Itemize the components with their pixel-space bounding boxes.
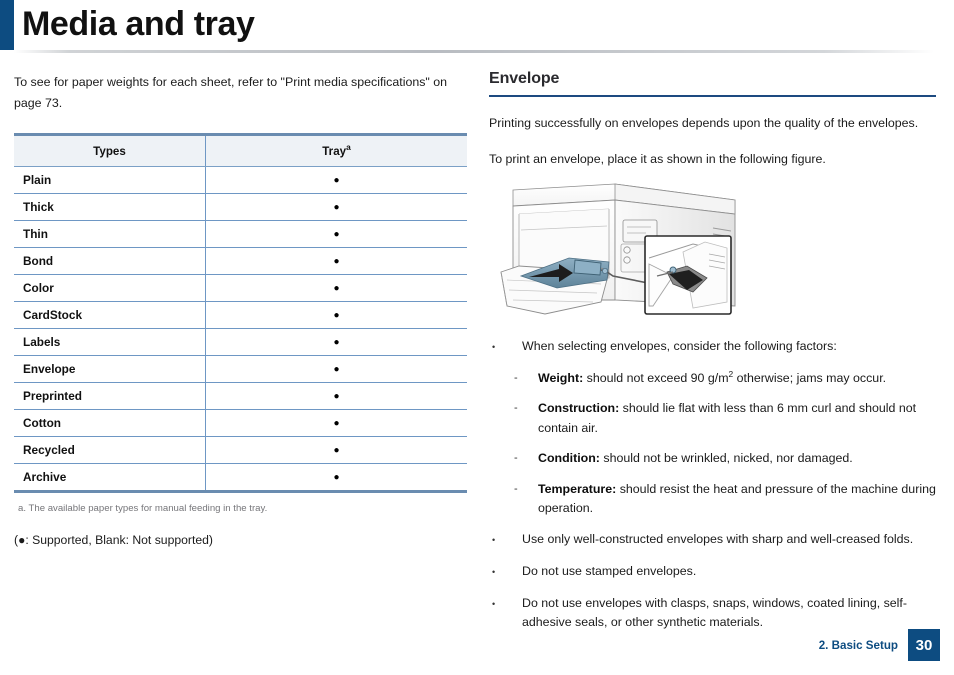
bullet-marker-icon: •	[492, 598, 496, 609]
envelope-intro-paragraph-2: To print an envelope, place it as shown …	[489, 151, 826, 166]
bullet-marker-icon: •	[492, 341, 496, 352]
table-row: Color ●	[14, 274, 467, 302]
media-type-cell: Cotton	[14, 409, 206, 437]
guideline-bullet-text: When selecting envelopes, consider the f…	[522, 338, 837, 353]
header-accent-bar	[0, 0, 14, 50]
guideline-sub-item-text: Construction: should lie flat with less …	[538, 399, 937, 438]
tray-support-cell: ●	[205, 274, 467, 302]
printer-envelope-illustration	[497, 180, 767, 325]
guideline-bullet: • Do not use stamped envelopes.	[489, 562, 937, 582]
printer-diagram-svg	[500, 183, 736, 315]
tray-support-cell: ●	[205, 220, 467, 248]
tray-support-cell: ●	[205, 463, 467, 493]
guideline-bullet: • When selecting envelopes, consider the …	[489, 337, 937, 357]
guideline-description: should not be wrinkled, nicked, nor dama…	[599, 451, 853, 465]
media-type-cell: Recycled	[14, 436, 206, 464]
media-type-cell: Bond	[14, 247, 206, 275]
table-footnote: a. The available paper types for manual …	[18, 503, 268, 514]
media-type-cell: Thick	[14, 193, 206, 221]
media-type-cell: Plain	[14, 166, 206, 194]
left-column: To see for paper weights for each sheet,…	[14, 72, 472, 547]
media-table-head: Types Traya	[14, 133, 467, 167]
media-type-cell: Color	[14, 274, 206, 302]
media-type-cell: CardStock	[14, 301, 206, 329]
media-table-header-row: Types Traya	[14, 133, 467, 167]
guideline-term: Weight:	[538, 370, 584, 385]
table-row: Cotton ●	[14, 409, 467, 437]
table-row: Preprinted ●	[14, 382, 467, 410]
tray-support-cell: ●	[205, 409, 467, 437]
media-type-cell: Envelope	[14, 355, 206, 383]
footer-chapter-label: 2. Basic Setup	[818, 638, 898, 652]
tray-support-cell: ●	[205, 436, 467, 464]
table-legend: (●: Supported, Blank: Not supported)	[14, 533, 472, 547]
guideline-description-tail: otherwise; jams may occur.	[733, 370, 887, 385]
media-types-table: Types Traya Plain ● Thick ● Thin ● Bond ● Color ●…	[14, 133, 467, 493]
guideline-sub-item: - Condition: should not be wrinkled, nick…	[489, 449, 937, 469]
section-heading-rule	[489, 95, 936, 97]
page-footer: 2. Basic Setup 30	[819, 629, 940, 661]
column-header-tray: Traya	[205, 133, 467, 167]
media-type-cell: Preprinted	[14, 382, 206, 410]
guideline-term: Temperature:	[538, 481, 617, 496]
tray-support-cell: ●	[205, 328, 467, 356]
header-divider	[14, 50, 934, 53]
column-header-types: Types	[14, 133, 206, 167]
bullet-marker-icon: •	[492, 566, 496, 577]
guideline-sub-item: - Construction: should lie flat with less…	[489, 399, 937, 438]
guideline-term: Construction:	[538, 401, 620, 415]
guideline-bullet: • Use only well-constructed envelopes wit…	[489, 530, 937, 550]
media-type-cell: Thin	[14, 220, 206, 248]
table-row: Thin ●	[14, 220, 467, 248]
table-row: Plain ●	[14, 166, 467, 194]
guideline-description: should not exceed 90 g/m	[583, 370, 729, 385]
table-row: Bond ●	[14, 247, 467, 275]
sub-bullet-marker-icon: -	[514, 371, 518, 384]
guideline-bullet-text: Do not use stamped envelopes.	[522, 563, 697, 578]
sub-bullet-marker-icon: -	[514, 452, 518, 464]
guideline-sub-item-text: Temperature: should resist the heat and …	[538, 480, 937, 519]
table-row: Labels ●	[14, 328, 467, 356]
guideline-sub-item-text: Condition: should not be wrinkled, nicke…	[538, 449, 937, 469]
envelope-intro-paragraph-1: Printing successfully on envelopes depen…	[489, 115, 919, 130]
legend-text: : Supported, Blank: Not supported)	[25, 533, 213, 547]
tray-footnote-marker: a	[346, 141, 351, 152]
page-title: Media and tray	[22, 5, 255, 43]
guideline-sub-item-text: Weight: should not exceed 90 g/m2 otherw…	[538, 369, 937, 389]
envelope-guidelines-list: • When selecting envelopes, consider the …	[489, 337, 937, 633]
guideline-bullet: • Do not use envelopes with clasps, snaps…	[489, 594, 937, 633]
tray-support-cell: ●	[205, 247, 467, 275]
tray-support-cell: ●	[205, 193, 467, 221]
table-row: Thick ●	[14, 193, 467, 221]
guideline-term: Condition:	[538, 451, 600, 465]
intro-paragraph: To see for paper weights for each sheet,…	[14, 75, 448, 110]
bullet-marker-icon: •	[492, 534, 496, 545]
guideline-sub-item: - Weight: should not exceed 90 g/m2 other…	[489, 369, 937, 389]
guideline-bullet-text: Do not use envelopes with clasps, snaps,…	[522, 595, 908, 630]
table-row: Envelope ●	[14, 355, 467, 383]
table-row: Archive ●	[14, 463, 467, 493]
table-row: CardStock ●	[14, 301, 467, 329]
guideline-sub-item: - Temperature: should resist the heat and…	[489, 480, 937, 519]
sub-bullet-marker-icon: -	[514, 482, 518, 495]
media-type-cell: Archive	[14, 463, 206, 493]
inset-detail-view	[644, 234, 732, 315]
section-heading-envelope: Envelope	[489, 70, 560, 87]
footer-page-number-badge: 30	[908, 629, 940, 661]
sub-bullet-marker-icon: -	[514, 402, 518, 414]
tray-support-cell: ●	[205, 166, 467, 194]
column-header-tray-label: Tray	[322, 144, 347, 158]
tray-support-cell: ●	[205, 382, 467, 410]
page-header: Media and tray	[0, 0, 954, 53]
right-column: Envelope Printing successfully on envelo…	[489, 70, 937, 645]
tray-support-cell: ●	[205, 301, 467, 329]
tray-support-cell: ●	[205, 355, 467, 383]
guideline-bullet-text: Use only well-constructed envelopes with…	[522, 531, 914, 546]
media-table-body: Plain ● Thick ● Thin ● Bond ● Color ● CardStock ● La…	[14, 166, 467, 493]
table-row: Recycled ●	[14, 436, 467, 464]
media-type-cell: Labels	[14, 328, 206, 356]
